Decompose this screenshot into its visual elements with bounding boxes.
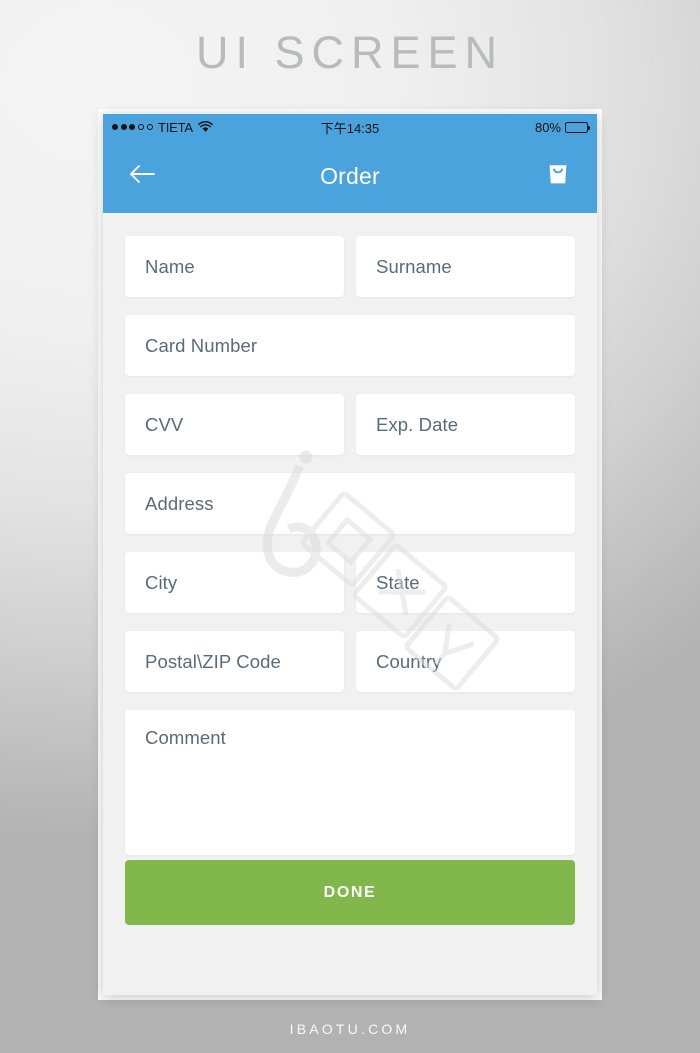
comment-textarea[interactable]: Comment (125, 710, 575, 855)
country-input[interactable]: Country (356, 631, 575, 692)
shopping-bag-icon (543, 159, 573, 194)
input-placeholder: Country (376, 650, 442, 672)
cart-button[interactable] (537, 156, 579, 198)
done-button[interactable]: DONE (125, 860, 575, 925)
input-placeholder: City (145, 571, 178, 593)
form-row: Card Number (125, 315, 575, 376)
status-bar-time: 下午14:35 (320, 120, 380, 136)
input-placeholder: Card Number (145, 334, 258, 356)
form-row: Address (125, 473, 575, 534)
order-form: Name Surname Card Number CVV Exp. Date A… (103, 213, 597, 925)
input-placeholder: Name (145, 255, 195, 277)
nav-title: Order (320, 163, 380, 189)
footer-caption: IBAOTU.COM (289, 1021, 411, 1037)
page-background: UI SCREEN TIETA 下午14:35 80% Order Name S… (0, 0, 700, 1053)
done-button-label: DONE (323, 883, 377, 901)
input-placeholder: Comment (145, 727, 226, 748)
form-row: City State (125, 552, 575, 613)
name-input[interactable]: Name (125, 236, 344, 297)
input-placeholder: CVV (145, 413, 184, 435)
form-row: CVV Exp. Date (125, 394, 575, 455)
form-row: Postal\ZIP Code Country (125, 631, 575, 692)
input-placeholder: Postal\ZIP Code (145, 650, 281, 672)
input-placeholder: Surname (376, 255, 452, 277)
state-input[interactable]: State (356, 552, 575, 613)
page-title: UI SCREEN (195, 27, 505, 78)
exp-date-input[interactable]: Exp. Date (356, 394, 575, 455)
battery-percent-label: 80% (534, 119, 561, 135)
phone-mockup: TIETA 下午14:35 80% Order Name Surname Car… (103, 114, 597, 995)
status-bar-right: 80% (534, 119, 591, 135)
form-row: Name Surname (125, 236, 575, 297)
input-placeholder: Exp. Date (376, 413, 459, 435)
input-placeholder: Address (145, 492, 214, 514)
input-placeholder: State (376, 571, 420, 593)
city-input[interactable]: City (125, 552, 344, 613)
surname-input[interactable]: Surname (356, 236, 575, 297)
status-bar: TIETA 下午14:35 80% (103, 114, 597, 140)
cvv-input[interactable]: CVV (125, 394, 344, 455)
postal-code-input[interactable]: Postal\ZIP Code (125, 631, 344, 692)
battery-icon (565, 121, 591, 133)
card-number-input[interactable]: Card Number (125, 315, 575, 376)
address-input[interactable]: Address (125, 473, 575, 534)
nav-bar: Order (103, 140, 597, 213)
